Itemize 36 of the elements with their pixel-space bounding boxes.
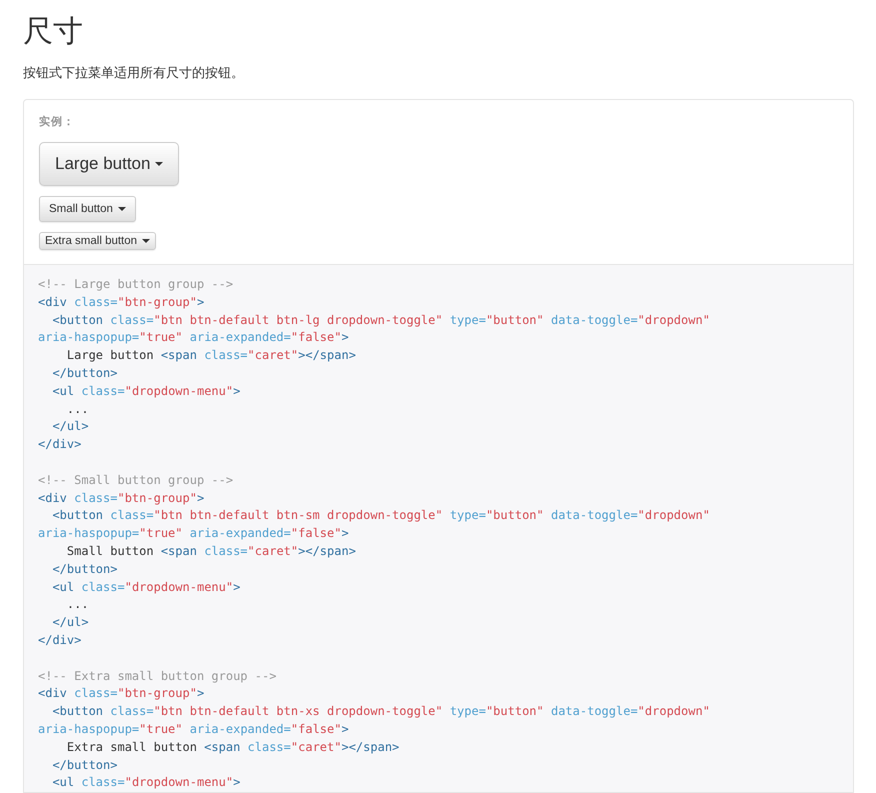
caret-icon (142, 239, 150, 243)
description: 按钮式下拉菜单适用所有尺寸的按钮。 (23, 64, 244, 82)
code-line: <button class="btn btn-default btn-sm dropdown-toggle" type="button" data-toggle="dropdown" (51, 507, 710, 524)
code-line: <ul class="dropdown-menu"> (51, 382, 240, 400)
caret-icon (118, 207, 126, 211)
code-line: <div class="btn-group"> (38, 490, 204, 507)
example-label: 实例： (39, 114, 75, 129)
code-line: aria-haspopup="true" aria-expanded="false"> (38, 720, 349, 738)
dropdown-button[interactable]: Extra small button (39, 232, 156, 250)
code-line: <!-- Extra small button group --> (38, 668, 276, 685)
code-line: </button> (51, 560, 118, 578)
code-line: </div> (38, 436, 82, 454)
code-line: ... (66, 596, 89, 614)
code-line: <!-- Small button group --> (38, 472, 234, 489)
code-line: </ul> (51, 418, 89, 436)
caret-icon (155, 162, 164, 166)
code-line: Extra small button <span class="caret"></span> (66, 738, 400, 756)
code-line: </button> (51, 364, 118, 382)
page-heading: 尺寸 (23, 14, 83, 50)
code-line: <button class="btn btn-default btn-xs dropdown-toggle" type="button" data-toggle="dropdown" (51, 703, 710, 720)
code-line: aria-haspopup="true" aria-expanded="false"> (38, 525, 349, 542)
code-line: <div class="btn-group"> (38, 685, 204, 702)
code-line: Small button <span class="caret"></span> (66, 542, 356, 560)
code-line: Large button <span class="caret"></span> (66, 347, 356, 364)
dropdown-button[interactable]: Small button (39, 196, 136, 222)
code-line: </ul> (51, 614, 89, 632)
code-line: </div> (38, 632, 82, 649)
code-line: <button class="btn btn-default btn-lg dropdown-toggle" type="button" data-toggle="dropdown" (51, 312, 710, 329)
code-line: </button> (51, 756, 118, 774)
dropdown-button[interactable]: Large button (39, 142, 180, 186)
code-line: <ul class="dropdown-menu"> (51, 774, 240, 792)
code-line: <div class="btn-group"> (38, 294, 204, 311)
code-line: aria-haspopup="true" aria-expanded="false"> (38, 329, 349, 346)
code-line: <!-- Large button group --> (38, 276, 234, 293)
code-line: ... (66, 400, 89, 418)
code-line: <ul class="dropdown-menu"> (51, 578, 240, 596)
